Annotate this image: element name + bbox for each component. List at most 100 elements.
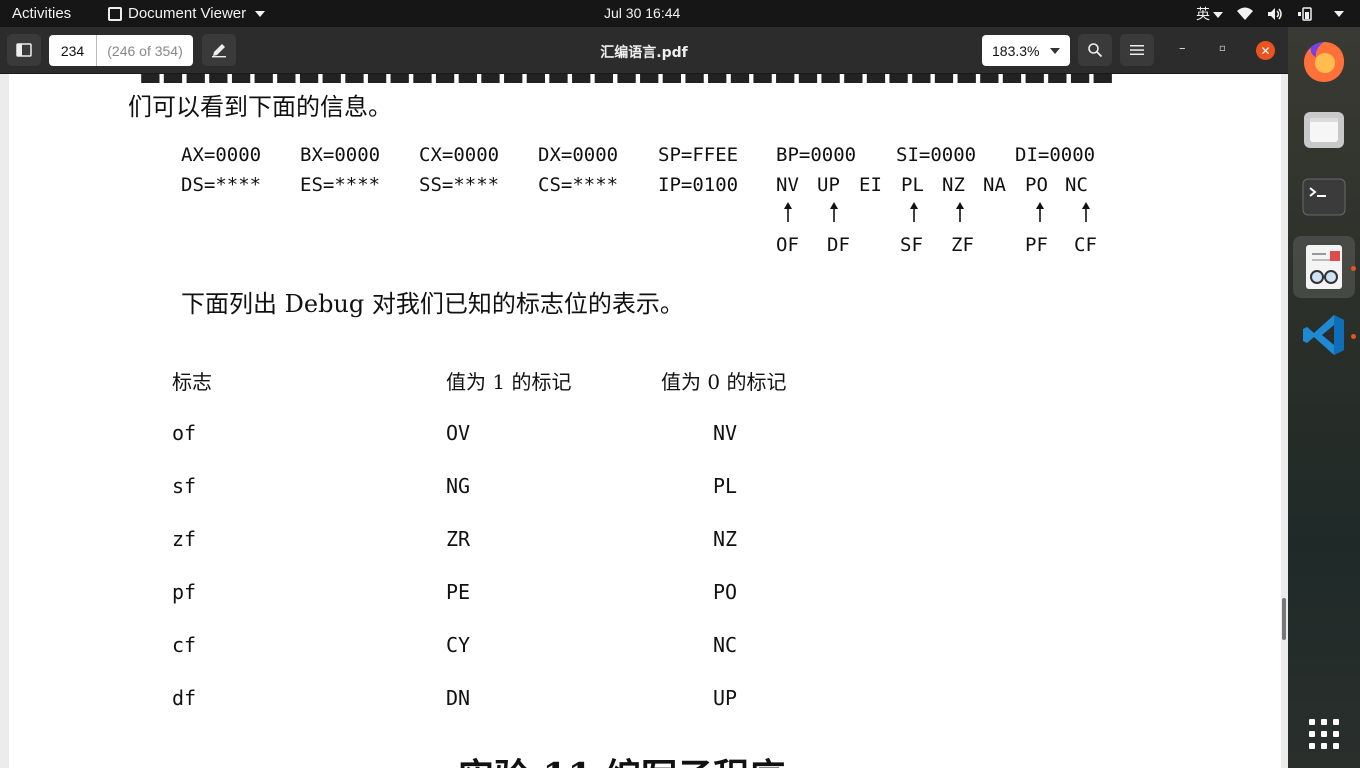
folder-icon <box>1304 112 1344 148</box>
search-button[interactable] <box>1078 34 1112 66</box>
flag-name: PF <box>1025 234 1048 256</box>
document-viewer-app-icon <box>1306 245 1342 289</box>
running-indicator <box>1351 266 1356 271</box>
flag-name: OF <box>776 234 799 256</box>
app-menu[interactable]: Document Viewer <box>108 5 266 22</box>
table-cell: NV <box>713 421 738 445</box>
vscode-icon[interactable] <box>1300 311 1348 359</box>
flag-name: CF <box>1074 234 1097 256</box>
app-grid-icon[interactable] <box>1300 710 1348 758</box>
register-value: CS=**** <box>538 174 619 196</box>
running-indicator <box>1351 334 1356 339</box>
system-top-bar: Activities Document Viewer Jul 30 16:44 … <box>0 0 1360 27</box>
chevron-down-icon <box>1334 11 1344 17</box>
table-cell: DN <box>446 686 471 710</box>
flag-name: ZF <box>951 234 974 256</box>
input-method-indicator[interactable]: 英 <box>1196 4 1223 24</box>
register-value: DI=0000 <box>1015 144 1096 166</box>
flag-state: NZ <box>942 174 965 196</box>
system-tray[interactable]: 英 <box>1196 4 1344 24</box>
table-cell: NZ <box>713 527 738 551</box>
flag-state: NA <box>983 174 1006 196</box>
battery-icon <box>1298 7 1312 21</box>
header-bar: 234 (246 of 354) 汇编语言.pdf 183.3% – ▫ <box>0 27 1288 74</box>
close-button[interactable]: ✕ <box>1256 41 1275 60</box>
wifi-icon <box>1237 7 1253 20</box>
zoom-selector[interactable]: 183.3% <box>982 35 1070 66</box>
document-viewer-app-icon <box>108 6 122 21</box>
chevron-down-icon <box>1050 48 1060 54</box>
table-cell: NC <box>713 633 738 657</box>
paragraph: 下面列出 Debug 对我们已知的标志位的表示。 <box>181 290 684 318</box>
app-name: Document Viewer <box>128 5 247 22</box>
table-cell: zf <box>172 527 197 551</box>
table-cell: df <box>172 686 197 710</box>
firefox-icon[interactable] <box>1300 37 1348 85</box>
dock <box>1288 27 1360 768</box>
zoom-value: 183.3% <box>992 42 1040 59</box>
terminal-app-icon <box>1302 178 1346 216</box>
table-cell: pf <box>172 580 197 604</box>
register-value: BP=0000 <box>776 144 857 166</box>
table-cell: OV <box>446 421 471 445</box>
up-arrow-icon <box>784 202 792 222</box>
flag-state: NV <box>776 174 799 196</box>
register-value: SS=**** <box>419 174 500 196</box>
search-icon <box>1088 43 1103 58</box>
flag-state: PL <box>901 174 924 196</box>
show-applications-icon <box>1309 719 1339 749</box>
maximize-button[interactable]: ▫ <box>1219 43 1226 54</box>
activities-button[interactable]: Activities <box>12 5 71 22</box>
document-viewport[interactable]: ■■■■■■■■■■■■■■■■■■■■■■■■■■■■■■■■■■■■■■■■… <box>0 74 1288 768</box>
register-value: BX=0000 <box>300 144 381 166</box>
up-arrow-icon <box>830 202 838 222</box>
flag-name: SF <box>900 234 923 256</box>
register-value: SP=FFEE <box>658 144 739 166</box>
register-value: SI=0000 <box>896 144 977 166</box>
table-cell: of <box>172 421 197 445</box>
register-value: AX=0000 <box>181 144 262 166</box>
table-header: 值为 1 的标记 <box>446 370 572 394</box>
vscode-logo <box>1303 315 1344 355</box>
table-cell: UP <box>713 686 738 710</box>
main-menu-button[interactable] <box>1120 34 1154 66</box>
scrollbar[interactable] <box>1282 598 1286 640</box>
up-arrow-icon <box>956 202 964 222</box>
volume-icon <box>1268 8 1282 20</box>
table-header: 标志 <box>172 370 212 394</box>
flag-name: DF <box>827 234 850 256</box>
register-value: ES=**** <box>300 174 381 196</box>
table-cell: ZR <box>446 527 471 551</box>
register-value: DX=0000 <box>538 144 619 166</box>
hamburger-menu-icon <box>1130 45 1144 55</box>
up-arrow-icon <box>910 202 918 222</box>
files-icon[interactable] <box>1300 106 1348 154</box>
register-value: CX=0000 <box>419 144 500 166</box>
table-cell: sf <box>172 474 197 498</box>
register-value: IP=0100 <box>658 174 739 196</box>
section-heading: 实验 11 编写子程序 <box>458 748 785 768</box>
chevron-down-icon <box>255 10 266 17</box>
register-value: DS=**** <box>181 174 262 196</box>
clock[interactable]: Jul 30 16:44 <box>604 5 680 21</box>
table-cell: cf <box>172 633 197 657</box>
minimize-button[interactable]: – <box>1179 41 1186 56</box>
text-line: 们可以看到下面的信息。 <box>128 93 392 121</box>
table-cell: PE <box>446 580 471 604</box>
terminal-icon[interactable] <box>1300 173 1348 221</box>
document-viewer-icon[interactable] <box>1293 236 1355 298</box>
table-header: 值为 0 的标记 <box>661 370 787 394</box>
table-cell: NG <box>446 474 471 498</box>
table-cell: PO <box>713 580 738 604</box>
clipped-text-line: ■■■■■■■■■■■■■■■■■■■■■■■■■■■■■■■■■■■■■■■■… <box>139 74 1114 86</box>
firefox-logo <box>1304 42 1345 82</box>
pdf-page: ■■■■■■■■■■■■■■■■■■■■■■■■■■■■■■■■■■■■■■■■… <box>9 74 1281 768</box>
flag-state: PO <box>1025 174 1048 196</box>
flag-state: NC <box>1065 174 1088 196</box>
up-arrow-icon <box>1082 202 1090 222</box>
flag-state: EI <box>859 174 882 196</box>
flag-state: UP <box>817 174 840 196</box>
table-cell: PL <box>713 474 738 498</box>
chevron-down-icon <box>1213 12 1223 18</box>
table-cell: CY <box>446 633 471 657</box>
